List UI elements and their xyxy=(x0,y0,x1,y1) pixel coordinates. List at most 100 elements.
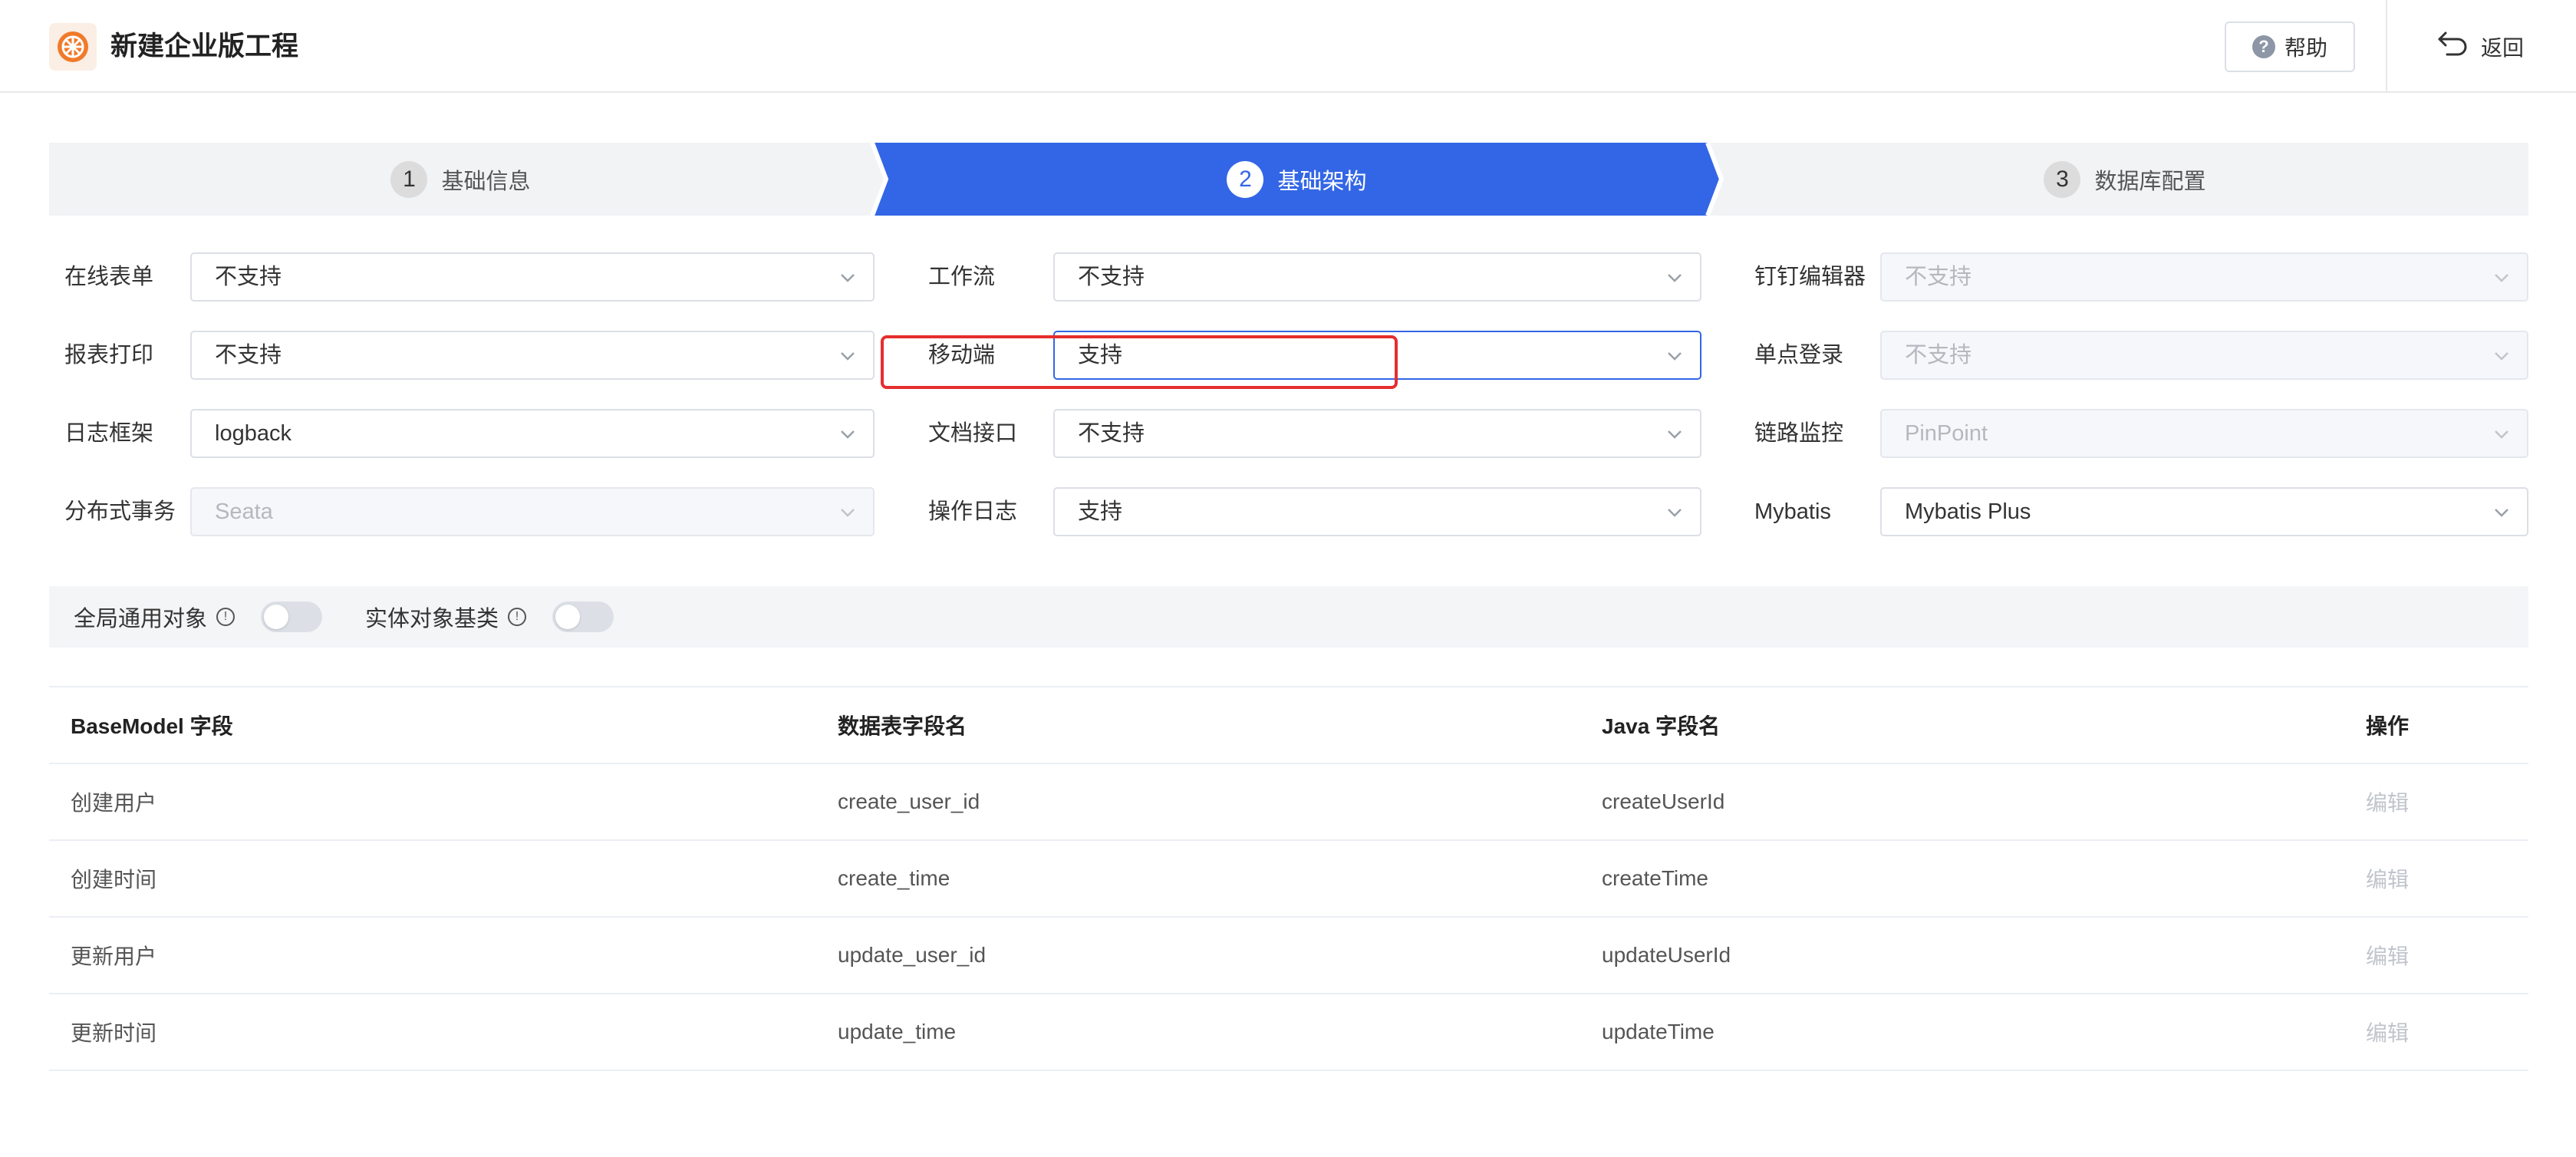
column-header: 数据表字段名 xyxy=(838,714,967,738)
log-framework-label: 日志框架 xyxy=(64,421,154,446)
edit-link[interactable]: 编辑 xyxy=(2366,994,2409,1070)
toggle-bar: 全局通用对象 ! 实体对象基类 ! xyxy=(49,586,2528,648)
report-print-select[interactable]: 不支持 xyxy=(190,331,875,380)
online-form-label: 在线表单 xyxy=(64,265,154,289)
header-divider xyxy=(2386,0,2387,93)
step-number: 1 xyxy=(390,160,428,198)
base-model-table: BaseModel 字段 数据表字段名 Java 字段名 操作 创建用户 cre… xyxy=(49,686,2528,1071)
op-log-select[interactable]: 支持 xyxy=(1053,487,1701,536)
page-title: 新建企业版工程 xyxy=(110,31,299,61)
chevron-down-icon xyxy=(841,274,855,282)
chevron-down-icon xyxy=(2495,509,2508,517)
step-label: 基础信息 xyxy=(441,169,531,194)
app-header: 新建企业版工程 ? 帮助 返回 xyxy=(0,0,2576,93)
column-header: Java 字段名 xyxy=(1602,714,1721,738)
column-header: BaseModel 字段 xyxy=(71,714,233,738)
dingtalk-editor-value: 不支持 xyxy=(1905,265,1972,289)
workflow-label: 工作流 xyxy=(928,265,996,289)
tracing-select[interactable]: PinPoint xyxy=(1880,409,2528,458)
table-cell: create_user_id xyxy=(838,789,980,813)
chevron-down-icon xyxy=(2495,274,2508,282)
table-cell: update_user_id xyxy=(838,943,987,967)
chevron-down-icon xyxy=(841,509,855,517)
entity-base-toggle-group: 实体对象基类 ! xyxy=(365,586,614,648)
dingtalk-editor-select[interactable]: 不支持 xyxy=(1880,252,2528,302)
help-button[interactable]: ? 帮助 xyxy=(2225,21,2355,72)
mybatis-label: Mybatis xyxy=(1754,499,1831,524)
global-object-toggle-group: 全局通用对象 ! xyxy=(74,586,323,648)
table-cell: createTime xyxy=(1602,866,1709,890)
switch-knob xyxy=(555,605,581,629)
distributed-tx-label: 分布式事务 xyxy=(64,499,176,524)
distributed-tx-select[interactable]: Seata xyxy=(190,487,875,536)
workflow-value: 不支持 xyxy=(1078,265,1145,289)
back-button[interactable]: 返回 xyxy=(2436,23,2524,71)
chevron-down-icon xyxy=(841,352,855,361)
table-cell: 创建用户 xyxy=(71,791,157,815)
table-cell: createUserId xyxy=(1602,789,1725,813)
log-framework-select[interactable]: logback xyxy=(190,409,875,458)
distributed-tx-value: Seata xyxy=(215,499,273,524)
entity-base-switch[interactable] xyxy=(552,602,614,632)
step-number: 3 xyxy=(2044,160,2081,198)
table-cell: 更新时间 xyxy=(71,1021,157,1045)
entity-base-label: 实体对象基类 xyxy=(365,607,499,631)
table-cell: updateTime xyxy=(1602,1020,1715,1043)
log-framework-value: logback xyxy=(215,421,292,446)
workflow-select[interactable]: 不支持 xyxy=(1053,252,1701,302)
table-cell: create_time xyxy=(838,866,950,890)
doc-api-select[interactable]: 不支持 xyxy=(1053,409,1701,458)
step-label: 数据库配置 xyxy=(2094,169,2206,194)
back-button-label: 返回 xyxy=(2481,36,2525,60)
global-object-label: 全局通用对象 xyxy=(74,607,208,631)
doc-api-value: 不支持 xyxy=(1078,421,1145,446)
chevron-down-icon xyxy=(1668,274,1682,282)
table-row: 创建时间 create_time createTime 编辑 xyxy=(49,841,2528,918)
app-logo-icon xyxy=(49,23,97,71)
edit-link[interactable]: 编辑 xyxy=(2366,918,2409,993)
info-icon[interactable]: ! xyxy=(508,608,527,626)
table-row: 更新时间 update_time updateTime 编辑 xyxy=(49,994,2528,1071)
report-print-value: 不支持 xyxy=(215,343,282,368)
question-icon: ? xyxy=(2252,35,2275,58)
mybatis-select[interactable]: Mybatis Plus xyxy=(1880,487,2528,536)
table-row: 更新用户 update_user_id updateUserId 编辑 xyxy=(49,918,2528,994)
dingtalk-editor-label: 钉钉编辑器 xyxy=(1754,265,1866,289)
step-database-config[interactable]: 3 数据库配置 xyxy=(1721,143,2528,216)
chevron-down-icon xyxy=(1668,430,1682,439)
report-print-label: 报表打印 xyxy=(64,343,154,368)
chevron-down-icon xyxy=(1668,509,1682,517)
op-log-label: 操作日志 xyxy=(928,499,1018,524)
online-form-select[interactable]: 不支持 xyxy=(190,252,875,302)
step-basic-info[interactable]: 1 基础信息 xyxy=(49,143,872,216)
chevron-down-icon xyxy=(2495,430,2508,439)
tracing-label: 链路监控 xyxy=(1754,421,1844,446)
op-log-value: 支持 xyxy=(1078,499,1123,524)
step-number: 2 xyxy=(1227,160,1264,198)
chevron-down-icon xyxy=(1668,352,1682,361)
step-label: 基础架构 xyxy=(1277,169,1367,194)
sso-select[interactable]: 不支持 xyxy=(1880,331,2528,380)
mybatis-value: Mybatis Plus xyxy=(1905,499,2031,524)
chevron-down-icon xyxy=(841,430,855,439)
doc-api-label: 文档接口 xyxy=(928,421,1018,446)
column-header: 操作 xyxy=(2366,714,2410,738)
step-progress: 1 基础信息 2 基础架构 3 数据库配置 xyxy=(49,143,2528,216)
edit-link[interactable]: 编辑 xyxy=(2366,841,2409,916)
edit-link[interactable]: 编辑 xyxy=(2366,764,2409,839)
global-object-switch[interactable] xyxy=(261,602,323,632)
table-cell: 创建时间 xyxy=(71,868,157,892)
help-button-label: 帮助 xyxy=(2284,36,2327,60)
table-cell: 更新用户 xyxy=(71,944,157,968)
step-basic-architecture[interactable]: 2 基础架构 xyxy=(886,143,1708,216)
chevron-down-icon xyxy=(2495,352,2508,361)
info-icon[interactable]: ! xyxy=(216,608,236,626)
sso-label: 单点登录 xyxy=(1754,343,1844,368)
table-header-row: BaseModel 字段 数据表字段名 Java 字段名 操作 xyxy=(49,686,2528,764)
undo-arrow-icon xyxy=(2436,31,2469,63)
switch-knob xyxy=(264,605,289,629)
table-cell: updateUserId xyxy=(1602,943,1731,967)
highlight-annotation xyxy=(881,335,1398,389)
online-form-value: 不支持 xyxy=(215,265,282,289)
table-row: 创建用户 create_user_id createUserId 编辑 xyxy=(49,764,2528,841)
